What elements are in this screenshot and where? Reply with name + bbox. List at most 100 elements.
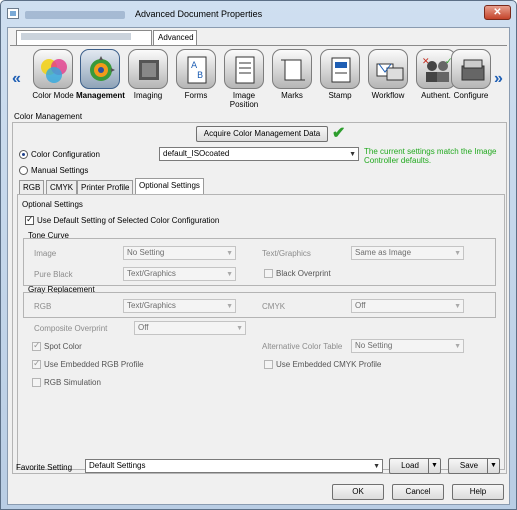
ribbon-item-workflow[interactable]: Workflow [364, 49, 412, 100]
rgb-simulation-checkbox[interactable] [32, 378, 41, 387]
chevron-down-icon: ▼ [226, 303, 233, 310]
spot-color-checkbox[interactable] [32, 340, 41, 351]
text-graphics-select[interactable]: Same as Image ▼ [351, 246, 464, 260]
chevron-down-icon: ▼ [236, 325, 243, 332]
rgb-value: Text/Graphics [127, 301, 176, 310]
ribbon-label: Marks [281, 91, 303, 100]
save-label: Save [459, 461, 479, 470]
text-graphics-value: Same as Image [355, 248, 412, 257]
embedded-cmyk-checkbox[interactable] [264, 360, 273, 369]
save-button[interactable]: Save ▼ [448, 458, 500, 474]
marks-icon [272, 49, 312, 89]
chevron-down-icon: ▼ [226, 271, 233, 278]
tab-printer-profile[interactable]: Printer Profile [77, 180, 134, 194]
manual-settings-radio[interactable] [19, 166, 28, 175]
cmyk-select[interactable]: Off ▼ [351, 299, 464, 313]
title-redacted [25, 11, 125, 19]
dialog-window: Advanced Document Properties ✕ Advanced … [0, 0, 517, 510]
imaging-icon [128, 49, 168, 89]
cancel-button[interactable]: Cancel [392, 484, 444, 500]
ribbon-label: Management [76, 91, 125, 100]
ribbon-item-configure[interactable]: Configure [447, 49, 495, 100]
ribbon-item-stamp[interactable]: Stamp [316, 49, 364, 100]
load-menu-arrow-icon[interactable]: ▼ [428, 459, 440, 473]
tab-redacted[interactable] [16, 30, 152, 45]
ribbon-item-imaging[interactable]: Imaging [124, 49, 172, 100]
cmyk-value: Off [355, 301, 366, 310]
acquire-color-management-button[interactable]: Acquire Color Management Data [196, 126, 328, 142]
favorite-setting-select[interactable]: Default Settings ▼ [85, 459, 383, 473]
ribbon-prev-button[interactable]: « [12, 70, 21, 88]
ribbon-next-button[interactable]: » [494, 70, 503, 88]
redacted-label [21, 33, 131, 40]
ok-button[interactable]: OK [332, 484, 384, 500]
composite-overprint-label: Composite Overprint [34, 324, 108, 333]
ribbon-label: Forms [184, 91, 208, 100]
optional-settings-title: Optional Settings [22, 200, 83, 209]
load-button[interactable]: Load ▼ [389, 458, 441, 474]
ribbon-item-marks[interactable]: Marks [268, 49, 316, 100]
composite-overprint-value: Off [138, 323, 149, 332]
feature-ribbon: « » Color Mode Management Imaging A B Fo… [10, 45, 507, 112]
status-message: The current settings match the Image Con… [364, 147, 497, 165]
ribbon-label: Stamp [328, 91, 352, 100]
ribbon-item-color-mode[interactable]: Color Mode [29, 49, 77, 100]
tab-cmyk[interactable]: CMYK [46, 180, 78, 194]
svg-text:✕: ✕ [422, 57, 430, 67]
use-default-checkbox[interactable] [25, 214, 34, 225]
embedded-rgb-checkbox[interactable] [32, 358, 41, 369]
image-value: No Setting [127, 248, 165, 257]
stamp-icon [320, 49, 360, 89]
window-title: Advanced Document Properties [135, 9, 263, 19]
image-select[interactable]: No Setting ▼ [123, 246, 236, 260]
pure-black-value: Text/Graphics [127, 269, 176, 278]
ribbon-label: Workflow [371, 91, 405, 100]
chevron-down-icon: ▼ [226, 250, 233, 257]
chevron-down-icon: ▼ [373, 463, 380, 470]
favorite-setting-label: Favorite Setting [16, 463, 73, 472]
favorite-setting-value: Default Settings [89, 461, 146, 470]
dialog-client: Advanced « » Color Mode Management Imagi… [7, 27, 510, 505]
ribbon-item-forms[interactable]: AB Forms [172, 49, 220, 100]
cmyk-label: CMYK [262, 302, 286, 311]
ribbon-item-image-position[interactable]: Image Position [220, 49, 268, 109]
spot-color-label: Spot Color [44, 342, 82, 351]
embedded-cmyk-label: Use Embedded CMYK Profile [276, 360, 382, 369]
color-configuration-label: Color Configuration [31, 150, 100, 159]
rgb-select[interactable]: Text/Graphics ▼ [123, 299, 236, 313]
svg-text:A: A [191, 61, 198, 71]
checkmark-icon: ✔ [332, 125, 346, 142]
use-default-label: Use Default Setting of Selected Color Co… [37, 216, 220, 225]
pure-black-select[interactable]: Text/Graphics ▼ [123, 267, 236, 281]
tab-advanced[interactable]: Advanced [153, 30, 197, 45]
text-graphics-label: Text/Graphics [262, 249, 311, 258]
help-button[interactable]: Help [452, 484, 504, 500]
load-label: Load [401, 461, 419, 470]
black-overprint-checkbox[interactable] [264, 269, 273, 278]
color-mode-icon [33, 49, 73, 89]
svg-text:B: B [197, 71, 203, 81]
embedded-rgb-label: Use Embedded RGB Profile [44, 360, 144, 369]
pure-black-label: Pure Black [34, 270, 73, 279]
app-icon [7, 8, 19, 19]
color-management-title: Color Management [14, 112, 83, 121]
tab-rgb[interactable]: RGB [19, 180, 45, 194]
ribbon-label: Image Position [229, 91, 259, 109]
image-position-icon [224, 49, 264, 89]
close-button[interactable]: ✕ [484, 5, 511, 20]
chevron-down-icon: ▼ [454, 250, 461, 257]
ribbon-item-management[interactable]: Management [76, 49, 125, 100]
color-configuration-radio[interactable] [19, 150, 28, 159]
composite-overprint-select[interactable]: Off ▼ [134, 321, 246, 335]
alt-color-table-select[interactable]: No Setting ▼ [351, 339, 464, 353]
color-configuration-select[interactable]: default_ISOcoated ▼ [159, 147, 359, 161]
black-overprint-label: Black Overprint [276, 269, 331, 278]
alt-color-table-label: Alternative Color Table [262, 342, 343, 351]
rgb-label: RGB [34, 302, 52, 311]
chevron-down-icon: ▼ [349, 151, 356, 158]
title-bar: Advanced Document Properties ✕ [1, 1, 516, 27]
manual-settings-label: Manual Settings [31, 166, 89, 175]
tab-optional-settings[interactable]: Optional Settings [135, 178, 204, 195]
configure-icon [451, 49, 491, 89]
save-menu-arrow-icon[interactable]: ▼ [487, 459, 499, 473]
